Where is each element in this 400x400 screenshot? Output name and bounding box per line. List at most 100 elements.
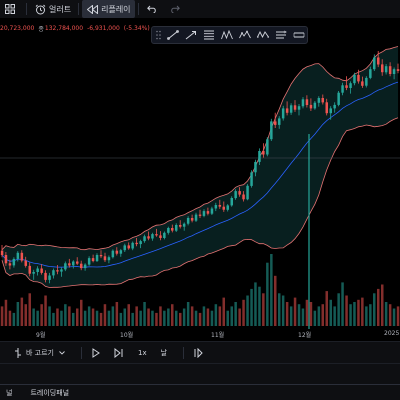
candle-body	[40, 268, 43, 273]
play-icon	[92, 347, 100, 358]
volume-bar	[147, 308, 150, 326]
volume-bar	[99, 312, 103, 326]
bollinger-band-fill	[2, 46, 398, 288]
candle-body	[76, 261, 79, 264]
candle-body	[83, 264, 87, 269]
volume-bar	[341, 282, 344, 326]
candle-body	[139, 241, 142, 245]
select-bar-button[interactable]: 바 고르기	[10, 345, 69, 361]
volume-bar	[76, 308, 79, 326]
top-toolbar: 얼러트 리플레이	[0, 0, 400, 18]
candle-body	[281, 108, 285, 119]
volume-bar	[56, 308, 59, 326]
volume-bar	[222, 297, 225, 326]
volume-bar	[242, 299, 245, 326]
undo-button[interactable]	[142, 0, 165, 18]
volume-bar	[139, 310, 142, 326]
candle-body	[278, 118, 281, 125]
redo-button[interactable]	[165, 0, 188, 18]
candle-body	[28, 265, 31, 274]
volume-bar	[392, 308, 396, 326]
volume-bar	[365, 306, 368, 326]
candle-body	[48, 275, 51, 280]
volume-bar	[321, 304, 324, 326]
volume-bar	[388, 304, 392, 326]
volume-bar	[337, 293, 340, 326]
volume-bar	[214, 304, 218, 326]
volume-bar	[151, 310, 154, 326]
volume-bar	[313, 310, 317, 326]
candle-body	[384, 66, 388, 73]
candle-body	[258, 151, 261, 162]
price-change-pct: (-5.34%)	[123, 24, 150, 32]
volume-bar	[171, 304, 174, 326]
volume-bar	[210, 310, 214, 326]
candle-body	[325, 102, 328, 114]
volume-bar	[44, 295, 47, 326]
candle-body	[333, 104, 336, 109]
step-forward-button[interactable]	[110, 345, 128, 361]
volume-bar	[345, 295, 348, 326]
interval-label: 날	[160, 348, 168, 357]
volume-bar	[254, 282, 257, 326]
time-axis-label: 12월	[298, 332, 312, 339]
candle-body	[16, 252, 20, 259]
jump-to-realtime-button[interactable]	[190, 345, 208, 361]
volume-bar	[119, 312, 123, 326]
layout-button[interactable]	[0, 0, 23, 18]
candle-body	[262, 151, 265, 155]
volume-bar	[349, 304, 352, 326]
candle-body	[214, 205, 218, 209]
candle-body	[91, 258, 95, 262]
candle-body	[250, 172, 253, 186]
candle-body	[246, 185, 249, 200]
candle-body	[254, 161, 257, 173]
candle-body	[337, 92, 340, 105]
candle-body	[210, 208, 214, 214]
volume-bar	[8, 310, 12, 326]
candle-body	[99, 255, 103, 257]
panel-gap	[0, 363, 400, 384]
tab-panel[interactable]: 널	[0, 388, 18, 398]
tab-trading-panel[interactable]: 트레이딩패널	[24, 388, 75, 398]
replay-button[interactable]: 리플레이	[82, 0, 135, 18]
candle-body	[95, 255, 99, 262]
volume-bar	[159, 306, 162, 326]
volume-bar	[373, 293, 376, 326]
candle-body	[171, 228, 174, 231]
candle-body	[242, 194, 245, 200]
speed-button[interactable]: 1x	[134, 345, 151, 361]
volume-bar	[143, 302, 146, 326]
volume-bar	[175, 310, 178, 326]
interval-button[interactable]: 날	[157, 345, 171, 361]
volume-bar	[135, 306, 138, 326]
undo-icon	[146, 3, 158, 15]
toolbar-divider	[26, 3, 27, 15]
candle-body	[80, 263, 83, 269]
candle-body	[301, 99, 305, 107]
volume-bar	[230, 306, 233, 326]
time-axis: 9월 10월 11월 12월 2025	[0, 329, 400, 340]
candle-body	[64, 263, 67, 270]
play-button[interactable]	[88, 345, 104, 361]
candle-body	[234, 191, 237, 199]
volume-bar	[353, 302, 356, 326]
volume-bar	[123, 308, 126, 326]
time-axis-label: 2025	[384, 330, 400, 337]
candle-body	[377, 57, 380, 65]
volume-bar	[250, 288, 253, 326]
volume-bar	[107, 310, 111, 326]
volume-bar	[4, 299, 8, 326]
volume-bar	[12, 312, 16, 326]
volume-bar	[0, 306, 4, 326]
candle-body	[238, 191, 241, 195]
price-chart[interactable]	[0, 34, 400, 329]
volume-bar	[155, 312, 158, 326]
volume-bar	[234, 302, 237, 326]
candle-body	[131, 242, 134, 249]
candle-body	[20, 252, 24, 261]
alert-button[interactable]: 얼러트	[30, 0, 75, 18]
volume-bar	[325, 291, 328, 326]
candle-body	[317, 98, 321, 103]
candle-body	[179, 225, 182, 227]
